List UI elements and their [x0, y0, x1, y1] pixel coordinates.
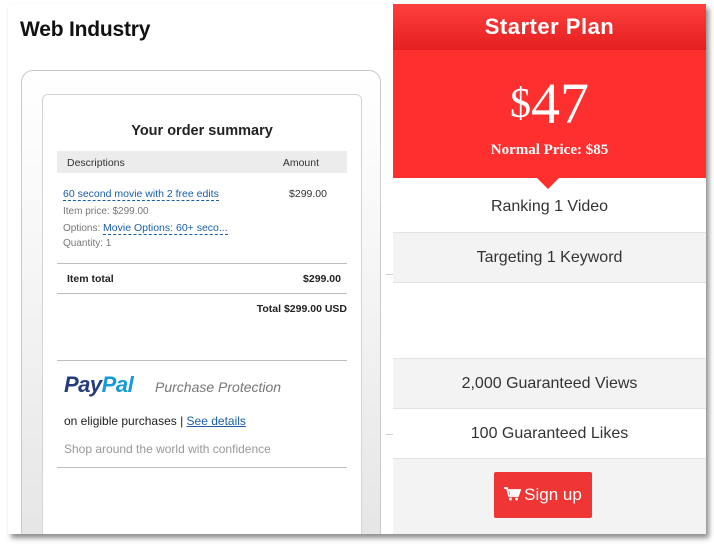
grand-total: Total $299.00 USD [256, 303, 347, 315]
price-box: $47 Normal Price: $85 [393, 50, 706, 178]
plan-price: $47 [393, 72, 706, 136]
options-value-link[interactable]: Movie Options: 60+ seco... [103, 222, 228, 235]
divider [57, 360, 347, 361]
faint-divider [380, 144, 381, 204]
amount-column-header: Amount [282, 157, 319, 169]
currency-symbol: $ [510, 81, 531, 127]
feature-item-empty [393, 282, 706, 359]
item-price: Item price: $299.00 [63, 206, 149, 217]
paypal-logo: PayPal [64, 372, 134, 397]
options-label: Options: [63, 223, 101, 234]
item-total-value: $299.00 [303, 273, 341, 285]
feature-item: 100 Guaranteed Likes [393, 408, 706, 459]
eligible-purchases-text: on eligible purchases | See details [64, 414, 246, 428]
normal-price: Normal Price: $85 [490, 142, 609, 158]
shop-confidence-text: Shop around the world with confidence [64, 442, 271, 456]
purchase-protection-label: Purchase Protection [155, 379, 282, 395]
price-amount: 47 [531, 71, 589, 136]
signup-label[interactable]: Sign up [524, 485, 582, 504]
feature-item: Targeting 1 Keyword [393, 232, 706, 283]
item-total-label: Item total [67, 273, 114, 285]
see-details-link[interactable]: See details [187, 414, 246, 428]
feature-item: Ranking 1 Video [490, 198, 609, 215]
descriptions-column-header: Descriptions [67, 157, 125, 169]
screenshot-frame: Web Industry Your order summary Descript… [8, 4, 706, 534]
feature-item: 2,000 Guaranteed Views [393, 358, 706, 409]
order-summary-title: Your order summary [131, 123, 273, 139]
item-name-link[interactable]: 60 second movie with 2 free edits [63, 188, 219, 201]
divider [57, 263, 347, 264]
item-quantity: Quantity: 1 [63, 238, 112, 249]
site-title: Web Industry [20, 18, 151, 41]
item-amount: $299.00 [289, 188, 327, 200]
pricing-plan-card: Starter Plan $47 Normal Price: $85 Ranki… [393, 4, 706, 534]
item-name-text[interactable]: 60 second movie with 2 free edits [63, 188, 219, 201]
plan-name: Starter Plan [393, 4, 706, 50]
shopping-cart-icon [504, 487, 522, 501]
order-summary-card: Your order summary Descriptions Amount 6… [42, 94, 362, 534]
divider [57, 293, 347, 294]
signup-button[interactable]: Sign up [494, 472, 592, 518]
divider [57, 467, 347, 468]
item-options: Options: Movie Options: 60+ seco... [63, 222, 228, 235]
order-table-header: Descriptions Amount [57, 151, 347, 173]
